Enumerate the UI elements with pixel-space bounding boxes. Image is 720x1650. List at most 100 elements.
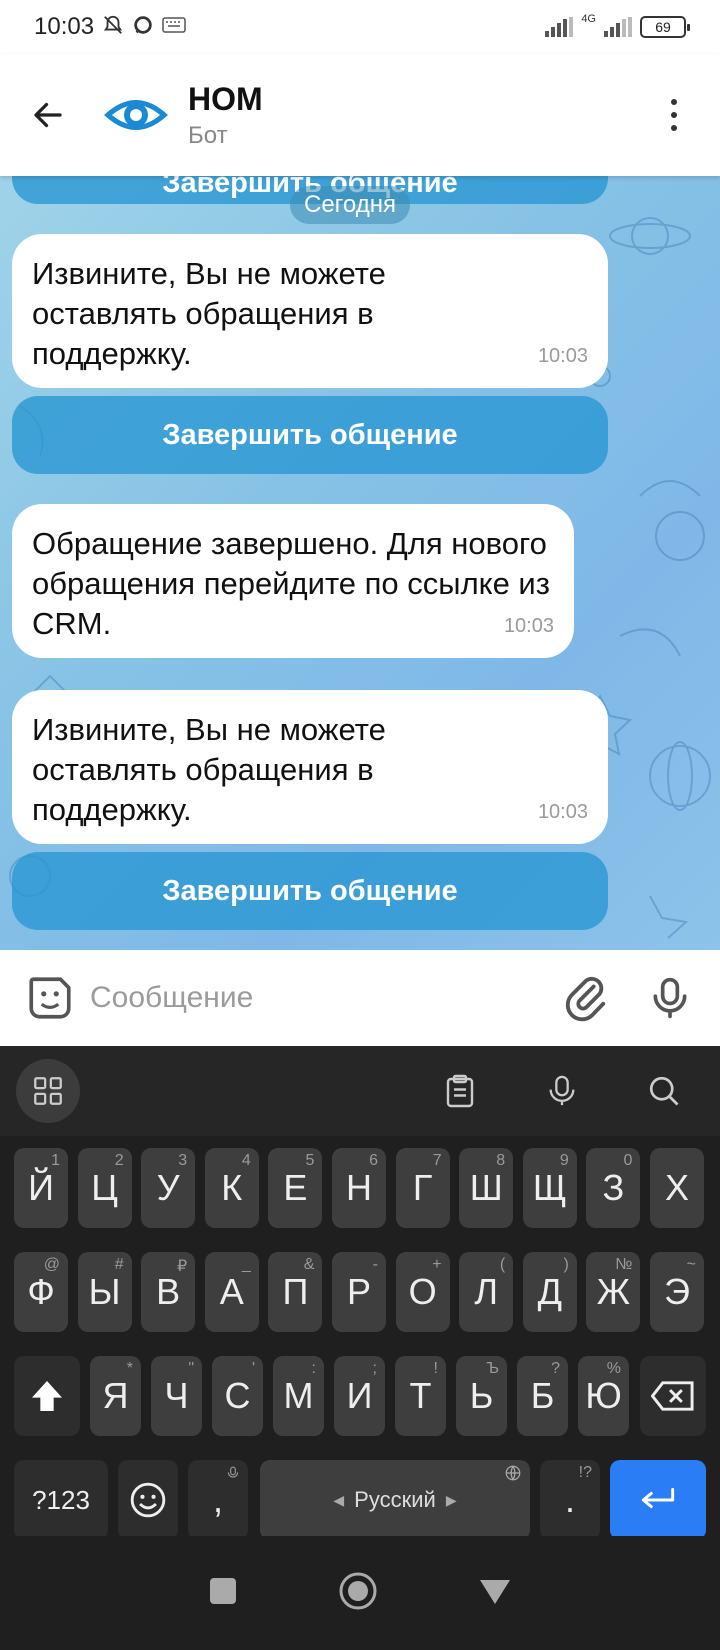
back-arrow-icon	[34, 102, 62, 128]
key-Б[interactable]: Б?	[517, 1356, 568, 1436]
key-secondary-label: -	[372, 1256, 378, 1273]
date-label: Сегодня	[290, 186, 410, 224]
key-Ф[interactable]: Ф @	[14, 1252, 68, 1332]
key-Г[interactable]: Г7	[395, 1148, 450, 1228]
key-label: Г	[412, 1167, 433, 1208]
attach-button[interactable]	[558, 970, 614, 1026]
key-М[interactable]: М:	[273, 1356, 324, 1436]
home-circle-icon[interactable]	[338, 1571, 378, 1616]
key-label: .	[564, 1479, 575, 1520]
key-label: Ч	[164, 1375, 189, 1416]
key-В[interactable]: В ₽	[141, 1252, 196, 1332]
enter-icon	[641, 1487, 675, 1509]
key-label: ?123	[32, 1484, 90, 1515]
signal-4g-icon	[604, 17, 632, 37]
backspace-key[interactable]	[640, 1356, 706, 1436]
key-label: Й	[28, 1167, 54, 1208]
key-Ю[interactable]: Ю%	[578, 1356, 629, 1436]
message-text: Извините, Вы не можете оставлять обращен…	[32, 712, 386, 827]
key-secondary-label: №	[615, 1256, 633, 1273]
key-secondary-label: #	[114, 1256, 124, 1273]
chat-subtitle: Бот	[188, 121, 228, 149]
end-chat-button[interactable]: Завершить общение	[12, 852, 608, 930]
key-Щ[interactable]: Щ9	[522, 1148, 577, 1228]
key-Р[interactable]: Р-	[332, 1252, 386, 1332]
key-secondary-label: 0	[623, 1152, 633, 1169]
key-Л[interactable]: Л(	[459, 1252, 514, 1332]
key-Н[interactable]: Н6	[332, 1148, 386, 1228]
signal-icon	[545, 17, 574, 37]
key-secondary-label: !?	[578, 1464, 592, 1481]
key-И[interactable]: И;	[334, 1356, 385, 1436]
key-Ц[interactable]: Ц2	[77, 1148, 132, 1228]
key-А[interactable]: А _	[204, 1252, 259, 1332]
key-Т[interactable]: Т!	[395, 1356, 446, 1436]
key-С[interactable]: С '	[212, 1356, 263, 1436]
message-time: 10:03	[537, 345, 588, 367]
key-Ч[interactable]: Ч "	[151, 1356, 202, 1436]
key-Й[interactable]: Й1	[14, 1148, 68, 1228]
key-label: К	[221, 1167, 243, 1208]
enter-key[interactable]	[610, 1460, 706, 1540]
key-Ь[interactable]: ЬЪ	[456, 1356, 507, 1436]
key-Х[interactable]: Х	[650, 1148, 704, 1228]
keyboard: Й 1 Ц 2 У 3 К 4 Е 5 Н 6 Г 7 Ш 8 Щ 9 З 0 Х Ф @ Ы # В ₽ А _ П & Р - О + Л(Д) Ж…	[0, 1046, 720, 1540]
mic-small-icon	[226, 1464, 240, 1487]
chat-area[interactable]: Завершить общение Сегодня Извините, Вы н…	[0, 176, 720, 950]
recents-square-icon[interactable]	[208, 1576, 238, 1611]
back-triangle-icon[interactable]	[478, 1576, 512, 1611]
message-input[interactable]	[90, 981, 530, 1015]
key-label: Е	[283, 1167, 308, 1208]
emoji-key[interactable]	[118, 1460, 178, 1540]
key-Ы[interactable]: Ы #	[77, 1252, 132, 1332]
comma-key[interactable]: ,	[188, 1460, 248, 1540]
message-bubble: Извините, Вы не можете оставлять обращен…	[12, 234, 608, 388]
message-composer	[0, 950, 720, 1046]
key-label: Ш	[469, 1167, 503, 1208]
key-О[interactable]: О +	[395, 1252, 450, 1332]
keyboard-toolbar	[0, 1046, 720, 1136]
more-vertical-icon[interactable]	[654, 85, 694, 145]
system-navbar	[0, 1536, 720, 1650]
period-key[interactable]: .!?	[540, 1460, 600, 1540]
key-secondary-label: :	[311, 1360, 316, 1377]
avatar[interactable]	[100, 79, 172, 151]
key-label: А	[219, 1271, 244, 1312]
key-Д[interactable]: Д)	[522, 1252, 577, 1332]
key-Э[interactable]: Э ~	[650, 1252, 704, 1332]
key-label: Щ	[532, 1167, 567, 1208]
key-Е[interactable]: Е5	[268, 1148, 323, 1228]
voice-message-button[interactable]	[642, 970, 698, 1026]
key-К[interactable]: К4	[204, 1148, 259, 1228]
key-П[interactable]: П &	[268, 1252, 323, 1332]
key-label: Д	[537, 1271, 562, 1312]
chat-title: НОМ	[188, 80, 263, 117]
microphone-icon	[653, 977, 687, 1019]
space-language-label: Русский	[354, 1487, 436, 1512]
chat-title-area[interactable]: НОМ Бот	[188, 81, 263, 150]
end-chat-button[interactable]: Завершить общение	[12, 396, 608, 474]
apps-grid-icon[interactable]	[16, 1059, 80, 1123]
clipboard-icon[interactable]	[430, 1061, 490, 1121]
key-secondary-label: 6	[369, 1152, 378, 1169]
voice-input-icon[interactable]	[532, 1061, 592, 1121]
key-З[interactable]: З0	[586, 1148, 641, 1228]
sticker-button[interactable]	[22, 970, 78, 1026]
key-Я[interactable]: Я *	[90, 1356, 141, 1436]
shift-icon	[32, 1381, 62, 1411]
shift-key[interactable]	[14, 1356, 80, 1436]
key-secondary-label: Ъ	[486, 1360, 499, 1377]
battery-icon: 69	[640, 16, 690, 38]
key-secondary-label: 8	[496, 1152, 506, 1169]
symbols-key[interactable]: ?123	[14, 1460, 108, 1540]
search-icon[interactable]	[634, 1061, 694, 1121]
key-У[interactable]: У3	[141, 1148, 196, 1228]
key-Ш[interactable]: Ш8	[459, 1148, 514, 1228]
key-label: Э	[664, 1271, 690, 1312]
back-button[interactable]	[18, 85, 78, 145]
key-secondary-label: &	[303, 1256, 315, 1273]
key-secondary-label: ;	[372, 1360, 377, 1377]
key-Ж[interactable]: Ж №	[586, 1252, 641, 1332]
space-key[interactable]: ◀ Русский ▶	[260, 1460, 530, 1540]
space-left-arrow-icon: ◀	[333, 1491, 345, 1508]
